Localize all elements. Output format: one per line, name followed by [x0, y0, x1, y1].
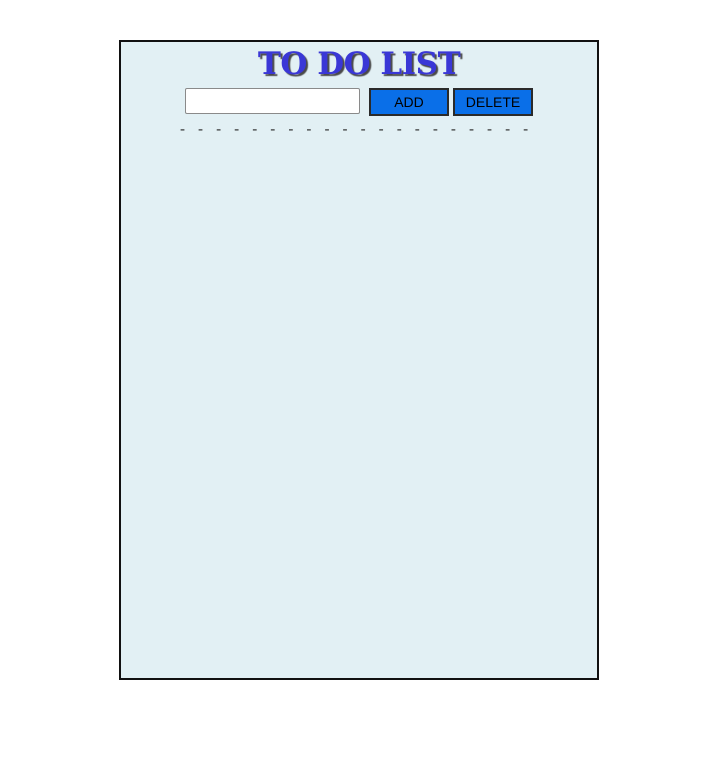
delete-button[interactable]: DELETE	[453, 88, 533, 116]
todo-panel: TO DO LIST ADD DELETE - - - - - - - - - …	[119, 40, 599, 680]
page-title: TO DO LIST	[257, 46, 461, 82]
add-button[interactable]: ADD	[369, 88, 449, 116]
dashed-divider: - - - - - - - - - - - - - - - - - - - - …	[178, 120, 540, 138]
todo-input[interactable]	[185, 88, 360, 114]
